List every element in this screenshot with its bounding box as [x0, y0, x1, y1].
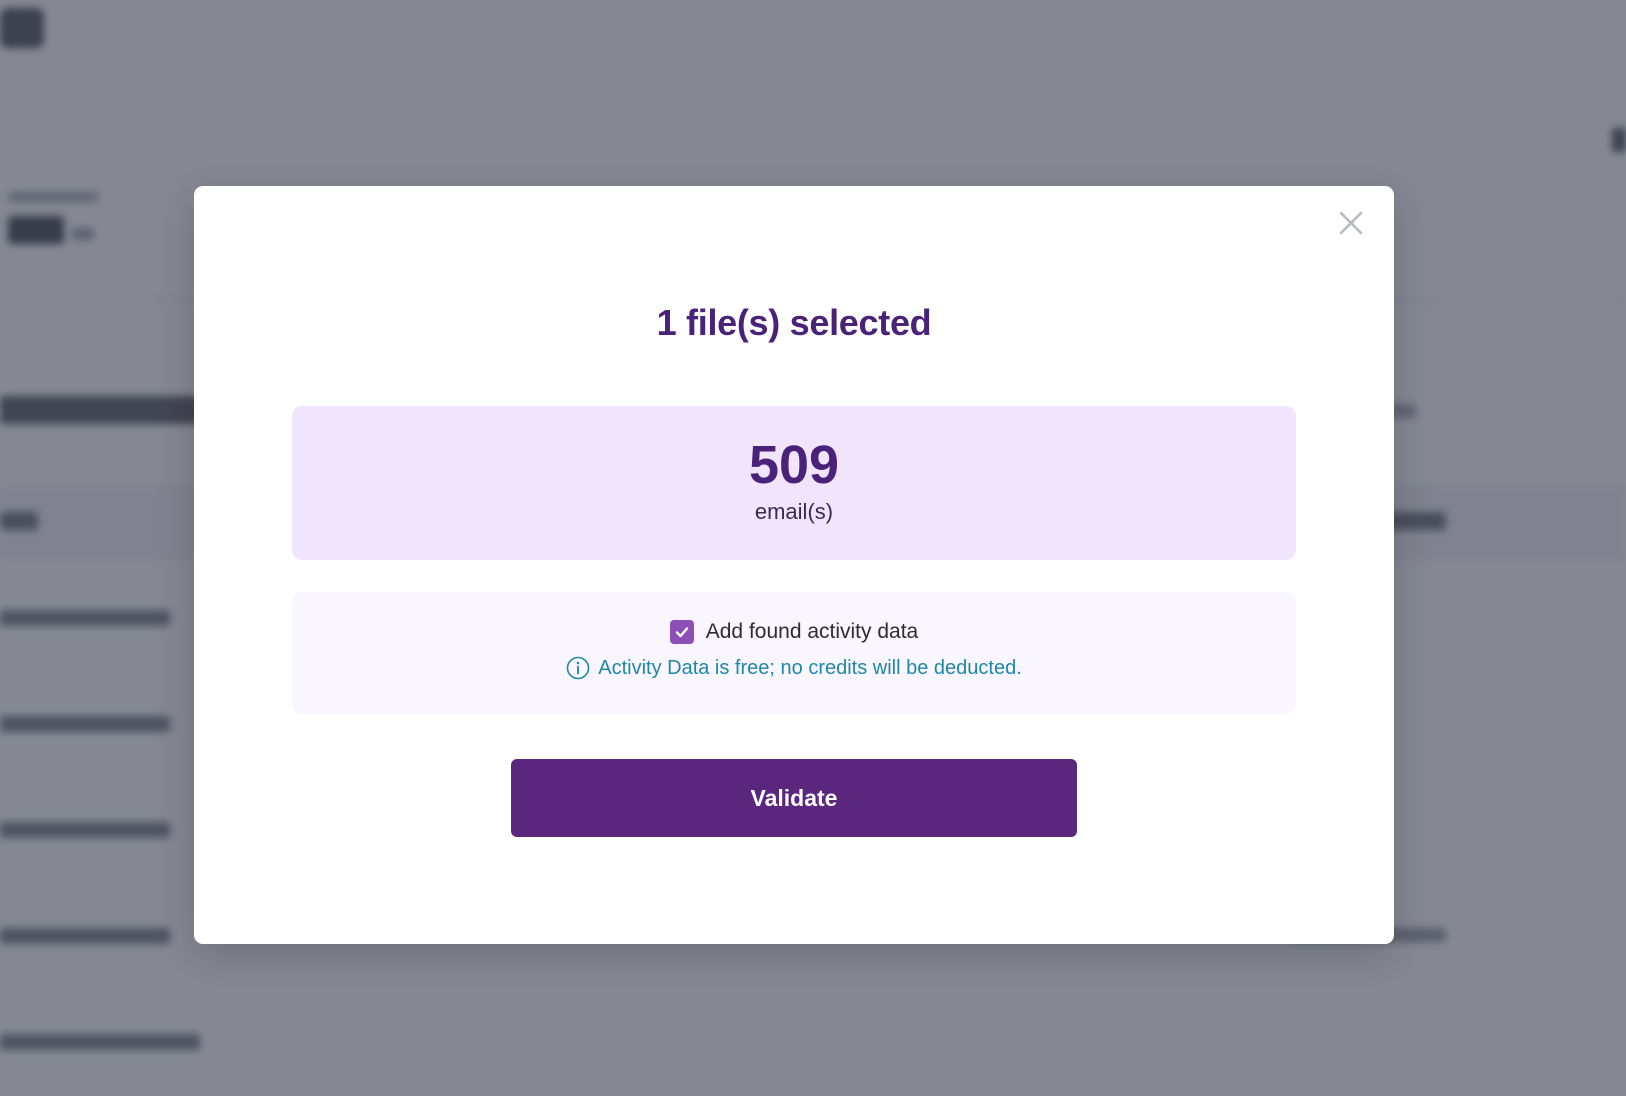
- check-icon: [675, 627, 688, 638]
- close-button[interactable]: [1332, 204, 1370, 242]
- email-count-panel: 509 email(s): [292, 406, 1296, 560]
- dialog-title: 1 file(s) selected: [656, 302, 932, 343]
- close-icon: [1339, 211, 1363, 235]
- activity-data-label[interactable]: Add found activity data: [706, 620, 918, 644]
- activity-data-panel: Add found activity data Activity Data is…: [292, 592, 1296, 714]
- info-text: Activity Data is free; no credits will b…: [598, 656, 1022, 679]
- validate-button[interactable]: Validate: [511, 759, 1077, 837]
- activity-data-info: Activity Data is free; no credits will b…: [292, 656, 1296, 680]
- email-count-label: email(s): [754, 499, 834, 525]
- activity-data-option[interactable]: Add found activity data: [292, 620, 1296, 644]
- activity-data-checkbox[interactable]: [669, 620, 694, 644]
- email-count-value: 509: [748, 435, 840, 495]
- validate-files-dialog: 1 file(s) selected 509 email(s) Add foun…: [194, 186, 1394, 944]
- info-icon: [566, 656, 590, 680]
